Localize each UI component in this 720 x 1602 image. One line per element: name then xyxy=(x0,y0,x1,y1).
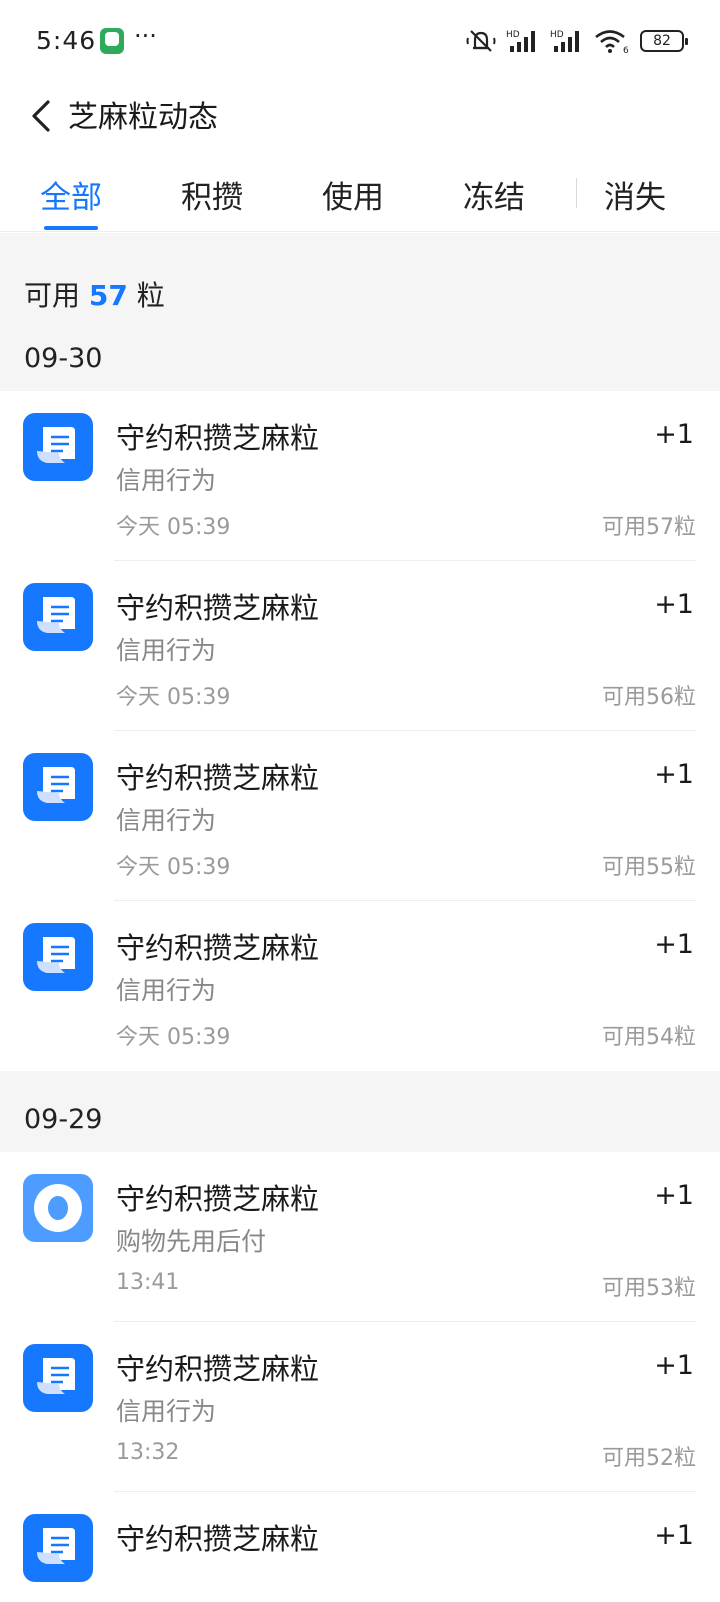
item-delta: +1 xyxy=(654,1350,694,1381)
item-time: 13:32 xyxy=(116,1440,180,1465)
item-title: 守约积攒芝麻粒 xyxy=(116,761,320,795)
svg-text:HD: HD xyxy=(550,30,564,40)
item-title: 守约积攒芝麻粒 xyxy=(116,931,320,965)
section-date: 09-29 xyxy=(24,1104,103,1135)
item-delta: +1 xyxy=(654,419,694,450)
tab-use[interactable]: 使用 xyxy=(322,172,384,217)
item-balance: 可用53粒 xyxy=(602,1276,696,1301)
list-item[interactable]: 守约积攒芝麻粒 信用行为 今天 05:39 +1 可用56粒 xyxy=(0,561,720,731)
page-title: 芝麻粒动态 xyxy=(68,100,218,135)
tab-bar: 全部 积攒 使用 冻结 消失 xyxy=(0,160,720,232)
list-item[interactable]: 守约积攒芝麻粒 信用行为 今天 05:39 +1 可用55粒 xyxy=(0,731,720,901)
tab-divider xyxy=(576,178,577,208)
item-delta: +1 xyxy=(654,1520,694,1551)
tab-accumulate[interactable]: 积攒 xyxy=(181,172,243,217)
tab-frozen[interactable]: 冻结 xyxy=(463,172,525,217)
item-subtitle: 信用行为 xyxy=(116,636,217,665)
item-title: 守约积攒芝麻粒 xyxy=(116,421,320,455)
status-bar: 5:46 ··· HD HD 6 82 xyxy=(0,0,720,86)
item-title: 守约积攒芝麻粒 xyxy=(116,1182,320,1216)
item-subtitle: 信用行为 xyxy=(116,976,217,1005)
available-prefix: 可用 xyxy=(24,279,81,312)
svg-text:HD: HD xyxy=(506,30,520,40)
receipt-icon xyxy=(23,753,93,821)
ring-icon xyxy=(23,1174,93,1242)
item-time: 今天 05:39 xyxy=(116,1025,231,1050)
item-delta: +1 xyxy=(654,929,694,960)
app-notification-icon xyxy=(100,28,124,54)
section-date-band xyxy=(0,1071,720,1152)
tab-all[interactable]: 全部 xyxy=(40,172,102,217)
item-title: 守约积攒芝麻粒 xyxy=(116,591,320,625)
item-time: 今天 05:39 xyxy=(116,515,231,540)
list-item[interactable]: 守约积攒芝麻粒 信用行为 今天 05:39 +1 可用57粒 xyxy=(0,391,720,561)
item-time: 13:41 xyxy=(116,1270,180,1295)
receipt-icon xyxy=(23,413,93,481)
section-date: 09-30 xyxy=(24,343,103,374)
item-subtitle: 信用行为 xyxy=(116,1397,217,1426)
wifi-icon: 6 xyxy=(595,30,629,54)
item-balance: 可用55粒 xyxy=(602,855,696,880)
item-balance: 可用52粒 xyxy=(602,1446,696,1471)
list-item[interactable]: 守约积攒芝麻粒 购物先用后付 13:41 +1 可用53粒 xyxy=(0,1152,720,1322)
receipt-icon xyxy=(23,1344,93,1412)
hd-signal-icon: HD xyxy=(550,30,579,52)
item-title: 守约积攒芝麻粒 xyxy=(116,1352,320,1386)
item-delta: +1 xyxy=(654,759,694,790)
svg-text:6: 6 xyxy=(623,46,629,54)
available-balance: 可用 57 粒 xyxy=(24,274,165,314)
receipt-icon xyxy=(23,1514,93,1582)
available-count: 57 xyxy=(88,279,128,312)
item-time: 今天 05:39 xyxy=(116,685,231,710)
available-unit: 粒 xyxy=(136,279,165,312)
mute-icon xyxy=(466,30,496,52)
hd-signal-icon: HD xyxy=(506,30,535,52)
item-balance: 可用56粒 xyxy=(602,685,696,710)
tab-disappeared[interactable]: 消失 xyxy=(604,172,666,217)
item-time: 今天 05:39 xyxy=(116,855,231,880)
item-balance: 可用54粒 xyxy=(602,1025,696,1050)
list-item[interactable]: 守约积攒芝麻粒 信用行为 13:32 +1 可用52粒 xyxy=(0,1322,720,1492)
receipt-icon xyxy=(23,583,93,651)
item-delta: +1 xyxy=(654,589,694,620)
item-delta: +1 xyxy=(654,1180,694,1211)
status-time: 5:46 xyxy=(36,26,97,55)
list-item[interactable]: 守约积攒芝麻粒 +1 xyxy=(0,1492,720,1602)
status-icons: HD HD 6 82 xyxy=(466,26,688,56)
item-balance: 可用57粒 xyxy=(602,515,696,540)
chevron-left-icon[interactable] xyxy=(20,94,64,138)
more-notifications-indicator: ··· xyxy=(134,22,157,50)
item-title: 守约积攒芝麻粒 xyxy=(116,1522,320,1556)
list-item[interactable]: 守约积攒芝麻粒 信用行为 今天 05:39 +1 可用54粒 xyxy=(0,901,720,1071)
item-subtitle: 购物先用后付 xyxy=(116,1227,267,1256)
item-subtitle: 信用行为 xyxy=(116,466,217,495)
receipt-icon xyxy=(23,923,93,991)
active-tab-indicator xyxy=(44,226,98,230)
item-subtitle: 信用行为 xyxy=(116,806,217,835)
battery-icon: 82 xyxy=(640,30,688,52)
page-header: 芝麻粒动态 xyxy=(0,86,720,148)
